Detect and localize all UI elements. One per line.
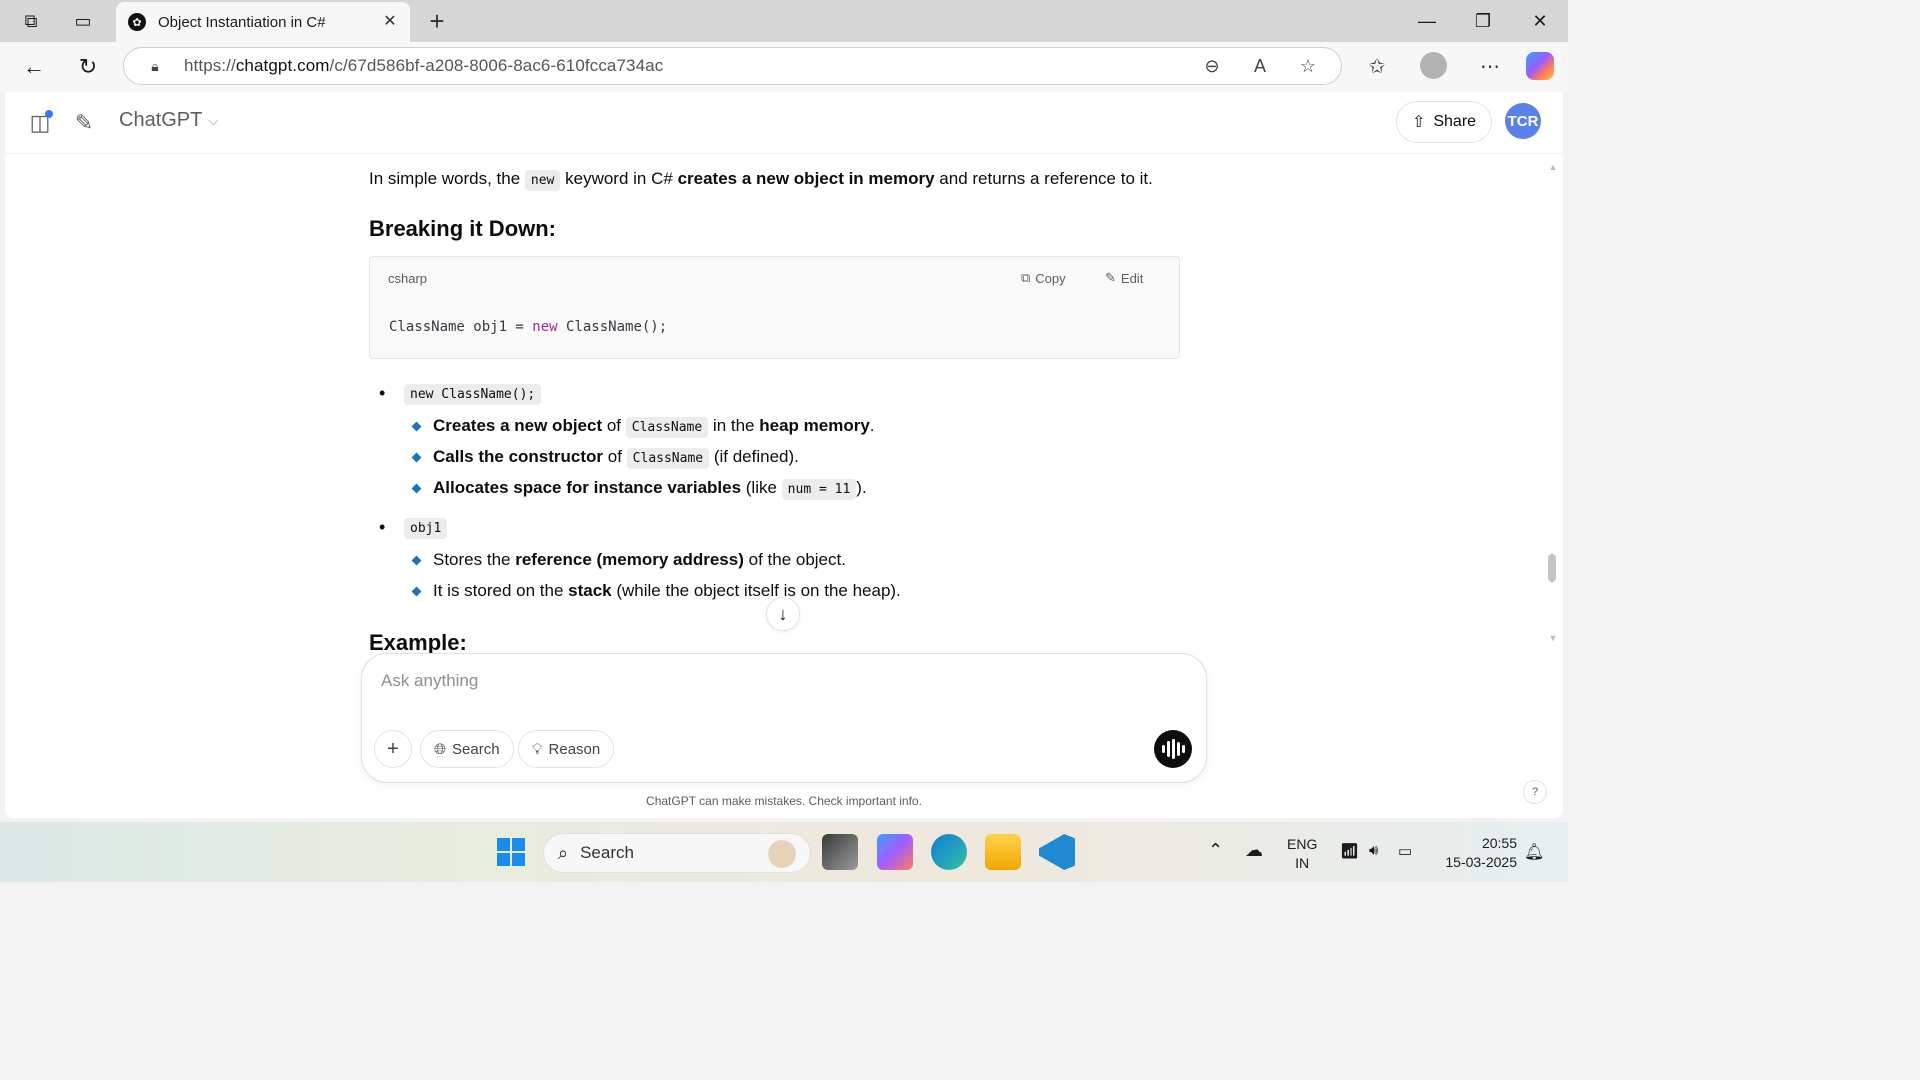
copy-icon: ⧉ bbox=[1021, 270, 1031, 285]
app-header: ◫ ✎ ChatGPT ⌵ ⇧ Share TCR bbox=[5, 92, 1563, 154]
tab-actions-icon[interactable]: ▭ bbox=[70, 9, 96, 33]
globe-icon: 🌐︎ bbox=[434, 740, 447, 758]
reason-button[interactable]: 💡︎ Reason bbox=[518, 730, 615, 768]
start-windows-icon[interactable] bbox=[497, 838, 525, 866]
intro-paragraph: In simple words, the new keyword in C# c… bbox=[369, 166, 1153, 194]
close-window-icon[interactable]: ✕ bbox=[1525, 8, 1555, 34]
address-bar[interactable]: 🔒︎ https://chatgpt.com/c/67d586bf-a208-8… bbox=[123, 47, 1342, 85]
search-button[interactable]: 🌐︎ Search bbox=[420, 730, 514, 768]
onedrive-cloud-icon[interactable]: ☁ bbox=[1245, 840, 1263, 861]
attach-button[interactable]: + bbox=[374, 730, 412, 768]
message-content: In simple words, the new keyword in C# c… bbox=[369, 154, 1189, 734]
share-label: Share bbox=[1433, 113, 1477, 130]
taskbar-search[interactable]: ⌕ Search bbox=[543, 833, 811, 873]
notifications-icon[interactable]: 🔔︎ bbox=[1524, 842, 1544, 862]
file-explorer-icon[interactable] bbox=[985, 834, 1021, 870]
edit-icon: ✎ bbox=[1105, 270, 1116, 285]
disclaimer: ChatGPT can make mistakes. Check importa… bbox=[646, 794, 922, 808]
list-item: Stores the reference (memory address) of… bbox=[404, 547, 1189, 578]
search-highlight-icon bbox=[768, 840, 796, 868]
scroll-down-arrow-icon[interactable]: ▼ bbox=[1547, 633, 1559, 643]
favorites-icon[interactable]: ✩ bbox=[1362, 52, 1392, 82]
read-aloud-icon[interactable]: A bbox=[1245, 51, 1275, 81]
scroll-down-button[interactable]: ↓ bbox=[766, 597, 800, 631]
avatar[interactable]: TCR bbox=[1505, 103, 1541, 139]
browser-tab-bar: ⧉ ▭ ✿ Object Instantiation in C# ✕ + — ❐… bbox=[0, 0, 1568, 42]
code-block: csharp ⧉ Copy ✎ Edit ClassName obj1 = new … bbox=[369, 256, 1180, 359]
list-item: Allocates space for instance variables (… bbox=[404, 475, 1189, 506]
battery-icon[interactable]: ▭ bbox=[1398, 842, 1412, 860]
tab-active[interactable]: ✿ Object Instantiation in C# ✕ bbox=[116, 2, 410, 42]
list-item: Creates a new object of ClassName in the… bbox=[404, 413, 1189, 444]
edit-code-button[interactable]: ✎ Edit bbox=[1105, 270, 1143, 286]
brand-label: ChatGPT bbox=[119, 109, 203, 131]
share-icon: ⇧ bbox=[1411, 114, 1426, 131]
url-text[interactable]: https://chatgpt.com/c/67d586bf-a208-8006… bbox=[184, 56, 1197, 76]
help-button[interactable]: ? bbox=[1523, 780, 1547, 804]
breakdown-list: • new ClassName(); Creates a new object … bbox=[369, 380, 1189, 609]
section-heading: Breaking it Down: bbox=[369, 216, 557, 241]
restore-icon[interactable]: ❐ bbox=[1468, 8, 1498, 34]
notification-dot bbox=[45, 110, 53, 118]
tab-title: Object Instantiation in C# bbox=[158, 13, 326, 31]
list-item: • obj1 Stores the reference (memory addr… bbox=[369, 514, 1189, 609]
copy-code-button[interactable]: ⧉ Copy bbox=[1021, 270, 1066, 286]
new-chat-icon[interactable]: ✎ bbox=[69, 108, 99, 138]
task-view-icon[interactable] bbox=[822, 834, 858, 870]
volume-icon[interactable]: 🔊︎ bbox=[1369, 842, 1378, 859]
scrollbar-thumb[interactable] bbox=[1548, 554, 1556, 582]
search-icon: ⌕ bbox=[558, 842, 569, 863]
voice-mode-button[interactable] bbox=[1154, 730, 1192, 768]
share-button[interactable]: ⇧ Share bbox=[1396, 101, 1492, 143]
clock[interactable]: 20:55 15-03-2025 bbox=[1437, 834, 1517, 872]
minimize-icon[interactable]: — bbox=[1412, 8, 1442, 34]
language-indicator[interactable]: ENG IN bbox=[1287, 835, 1317, 873]
profile-icon[interactable] bbox=[1420, 52, 1447, 79]
zoom-out-icon[interactable]: ⊖ bbox=[1197, 51, 1227, 81]
list-item: • new ClassName(); Creates a new object … bbox=[369, 380, 1189, 514]
close-tab-icon[interactable]: ✕ bbox=[380, 12, 400, 32]
taskbar-search-label: Search bbox=[580, 843, 634, 862]
model-selector[interactable]: ChatGPT ⌵ bbox=[119, 109, 218, 132]
code-line: ClassName obj1 = new ClassName(); bbox=[389, 319, 668, 335]
edge-icon[interactable] bbox=[931, 834, 967, 870]
new-tab-icon[interactable]: + bbox=[424, 8, 450, 34]
vscode-icon[interactable] bbox=[1039, 834, 1075, 870]
wifi-icon[interactable]: 📶︎ bbox=[1340, 842, 1359, 860]
list-item: Calls the constructor of ClassName (if d… bbox=[404, 444, 1189, 475]
more-menu-icon[interactable]: ⋯ bbox=[1475, 52, 1505, 82]
chatgpt-page: ◫ ✎ ChatGPT ⌵ ⇧ Share TCR In simple word… bbox=[5, 92, 1563, 818]
chevron-down-icon: ⌵ bbox=[208, 112, 219, 128]
workspaces-icon[interactable]: ⧉ bbox=[18, 9, 44, 33]
lightbulb-icon: 💡︎ bbox=[532, 740, 543, 758]
prompt-input[interactable]: Ask anything bbox=[381, 671, 478, 691]
code-language: csharp bbox=[388, 271, 428, 286]
copilot-app-icon[interactable] bbox=[877, 834, 913, 870]
copilot-icon[interactable] bbox=[1526, 52, 1554, 80]
scroll-up-arrow-icon[interactable]: ▲ bbox=[1547, 162, 1559, 172]
tray-chevron-up-icon[interactable]: ⌃ bbox=[1208, 840, 1223, 861]
back-icon[interactable]: ← bbox=[20, 53, 48, 81]
browser-toolbar: ← ↻ 🔒︎ https://chatgpt.com/c/67d586bf-a2… bbox=[0, 42, 1568, 92]
taskbar: ⌕ Search ⌃ ☁ ENG IN 📶︎ 🔊︎ ▭ 20:55 15-03-20… bbox=[0, 822, 1568, 882]
lock-icon[interactable]: 🔒︎ bbox=[146, 58, 164, 75]
chatgpt-favicon-icon: ✿ bbox=[128, 13, 146, 31]
composer: Ask anything + 🌐︎ Search 💡︎ Reason bbox=[361, 653, 1207, 783]
refresh-icon[interactable]: ↻ bbox=[74, 53, 102, 81]
favorite-star-icon[interactable]: ☆ bbox=[1293, 51, 1323, 81]
